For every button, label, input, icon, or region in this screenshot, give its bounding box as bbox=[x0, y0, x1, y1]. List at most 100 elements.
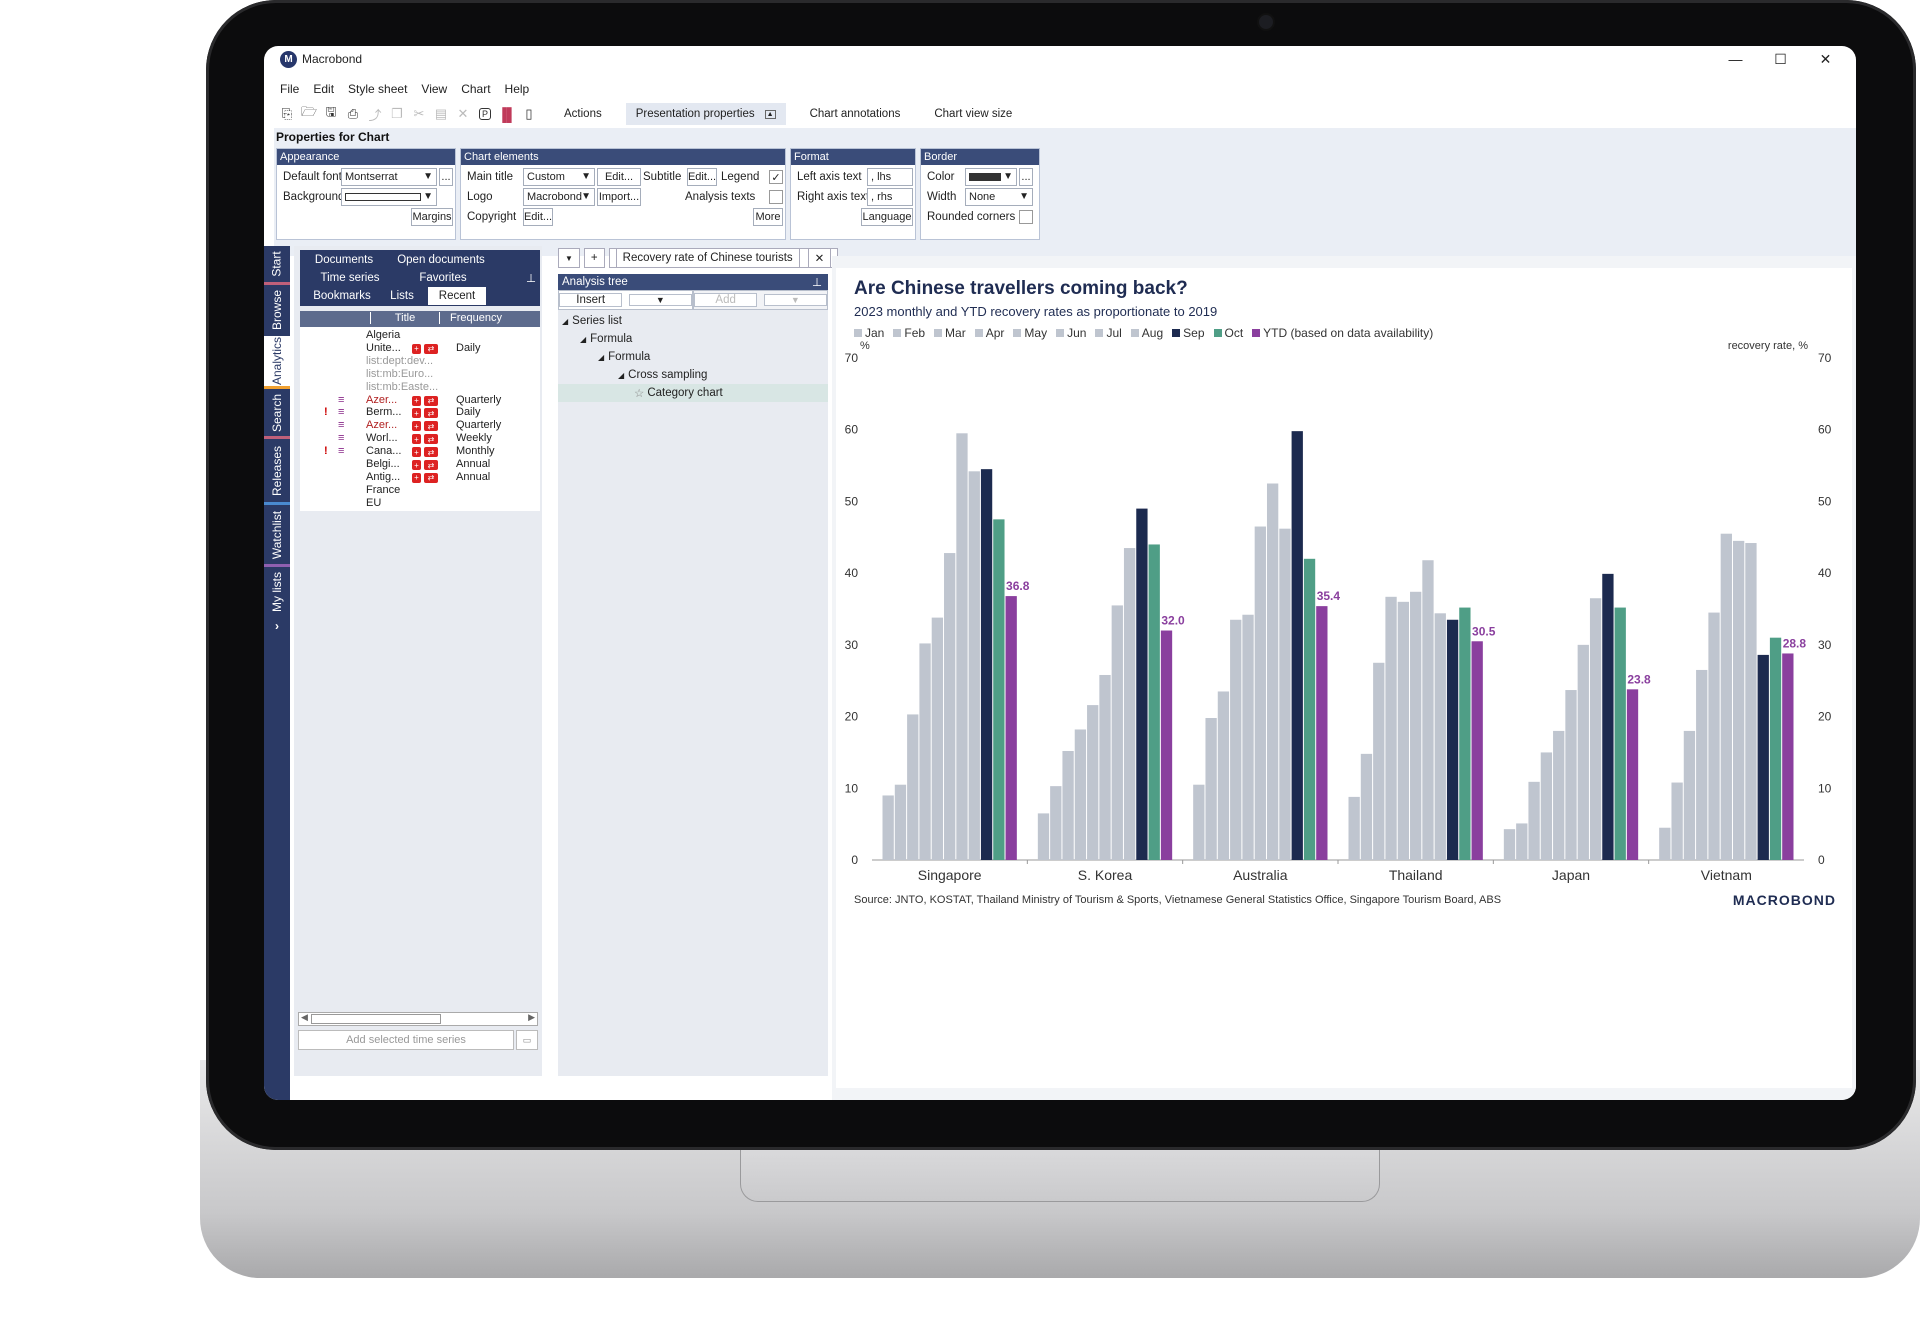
maximize-button[interactable]: ☐ bbox=[1758, 46, 1803, 72]
warning-icon: ! bbox=[324, 445, 328, 458]
close-tab-icon[interactable]: ✕ bbox=[807, 248, 832, 268]
tab-open-documents[interactable]: Open documents bbox=[386, 251, 496, 269]
default-font-select[interactable]: Montserrat ▼ bbox=[341, 168, 437, 186]
document-tab[interactable]: Recovery rate of Chinese tourists ✕ bbox=[608, 248, 839, 268]
tree-node-formula[interactable]: ◢ Formula bbox=[580, 330, 632, 348]
column-title[interactable]: Title bbox=[370, 312, 440, 324]
link-icon[interactable]: ⇄ bbox=[424, 434, 438, 445]
tab-lists[interactable]: Lists bbox=[380, 287, 424, 305]
analysis-texts-checkbox[interactable] bbox=[769, 190, 783, 204]
column-frequency[interactable]: Frequency bbox=[450, 312, 502, 324]
tree-node-category-chart[interactable]: ☆ Category chart bbox=[558, 384, 828, 402]
logo-import-button[interactable]: Import... bbox=[597, 188, 641, 206]
cut-icon[interactable]: ✂ bbox=[408, 104, 430, 124]
menu-view[interactable]: View bbox=[421, 82, 447, 96]
tree-node-cross-sampling[interactable]: ◢ Cross sampling bbox=[618, 366, 707, 384]
menu-style-sheet[interactable]: Style sheet bbox=[348, 82, 407, 96]
nav-search[interactable]: Search bbox=[264, 390, 290, 436]
border-color-more-button[interactable]: ... bbox=[1019, 168, 1033, 186]
add-icon[interactable]: + bbox=[412, 343, 421, 354]
link-icon[interactable]: ⇄ bbox=[424, 395, 438, 406]
share-icon[interactable]: ⤴ bbox=[364, 104, 386, 124]
new-document-icon[interactable]: ⎘ bbox=[276, 104, 298, 124]
link-icon[interactable]: ⇄ bbox=[424, 343, 438, 354]
add-icon[interactable]: + bbox=[412, 447, 421, 458]
copyright-edit-button[interactable]: Edit... bbox=[523, 208, 553, 226]
menu-edit[interactable]: Edit bbox=[313, 82, 334, 96]
document-icon[interactable]: ▯ bbox=[518, 104, 540, 124]
print-icon[interactable]: ⎙ bbox=[342, 104, 364, 124]
nav-divider bbox=[264, 502, 290, 505]
insert-button[interactable]: Insert ▼ bbox=[558, 290, 693, 310]
tab-chart-annotations[interactable]: Chart annotations bbox=[800, 103, 911, 125]
add-icon[interactable]: + bbox=[412, 408, 421, 419]
table-row[interactable]: EU bbox=[300, 497, 540, 512]
add-icon[interactable]: + bbox=[412, 434, 421, 445]
link-icon[interactable]: ⇄ bbox=[424, 447, 438, 458]
add-button[interactable]: Add ▼ bbox=[693, 290, 828, 310]
border-color-select[interactable]: ▼ bbox=[965, 168, 1017, 186]
tab-favorites[interactable]: Favorites bbox=[402, 269, 484, 287]
pin-icon[interactable]: ⊥ bbox=[524, 269, 538, 287]
link-icon[interactable]: ⇄ bbox=[424, 472, 438, 483]
collapse-icon[interactable]: ▲ bbox=[764, 109, 776, 119]
minimize-button[interactable]: — bbox=[1713, 46, 1758, 72]
nav-start[interactable]: Start bbox=[264, 246, 290, 282]
right-axis-text-label: Right axis text bbox=[797, 191, 870, 203]
rounded-corners-checkbox[interactable] bbox=[1019, 210, 1033, 224]
nav-divider bbox=[264, 282, 290, 285]
tab-actions[interactable]: Actions bbox=[554, 103, 612, 125]
add-icon[interactable]: + bbox=[412, 395, 421, 406]
border-width-select[interactable]: None ▼ bbox=[965, 188, 1033, 206]
left-axis-text-input[interactable]: , lhs bbox=[867, 168, 913, 186]
default-font-more-button[interactable]: ... bbox=[439, 168, 453, 186]
tab-documents[interactable]: Documents bbox=[304, 251, 384, 269]
right-axis-text-input[interactable]: , rhs bbox=[867, 188, 913, 206]
subtitle-edit-button[interactable]: Edit... bbox=[687, 168, 717, 186]
legend-checkbox[interactable]: ✓ bbox=[769, 170, 783, 184]
add-selected-time-series-button[interactable]: Add selected time series bbox=[298, 1030, 514, 1050]
add-icon[interactable]: + bbox=[412, 421, 421, 432]
new-tab-icon[interactable]: + bbox=[583, 248, 605, 268]
tab-time-series[interactable]: Time series bbox=[304, 269, 396, 287]
more-button[interactable]: More bbox=[753, 208, 783, 226]
link-icon[interactable]: ⇄ bbox=[424, 460, 438, 470]
open-folder-icon[interactable]: 🗁 bbox=[298, 104, 320, 124]
delete-icon[interactable]: ✕ bbox=[452, 104, 474, 124]
nav-releases[interactable]: Releases bbox=[264, 440, 290, 502]
add-series-options-icon[interactable]: ▭ bbox=[516, 1030, 538, 1050]
tab-bookmarks[interactable]: Bookmarks bbox=[304, 287, 380, 305]
link-icon[interactable]: ⇄ bbox=[424, 421, 438, 432]
menu-file[interactable]: File bbox=[280, 82, 299, 96]
menu-chart[interactable]: Chart bbox=[461, 82, 490, 96]
main-title-edit-button[interactable]: Edit... bbox=[597, 168, 641, 186]
nav-my-lists[interactable]: My lists bbox=[264, 568, 290, 616]
nav-expand-chevron-icon[interactable]: › bbox=[264, 616, 290, 636]
horizontal-scrollbar[interactable]: ◀ ▶ bbox=[298, 1012, 538, 1026]
add-icon[interactable]: + bbox=[412, 472, 421, 483]
copy-icon[interactable]: ❐ bbox=[386, 104, 408, 124]
link-icon[interactable]: ⇄ bbox=[424, 408, 438, 419]
main-title-select[interactable]: Custom ▼ bbox=[523, 168, 595, 186]
paste-icon[interactable]: ▤ bbox=[430, 104, 452, 124]
add-icon[interactable]: + bbox=[412, 460, 421, 470]
language-button[interactable]: Language bbox=[861, 208, 913, 226]
chart-type-icon[interactable]: ▐▌ bbox=[496, 104, 518, 124]
margins-button[interactable]: Margins bbox=[411, 208, 453, 226]
logo-select[interactable]: Macrobond ▼ bbox=[523, 188, 595, 206]
pin-icon[interactable]: ⊥ bbox=[812, 275, 822, 289]
tab-presentation-properties[interactable]: Presentation properties ▲ bbox=[625, 103, 786, 125]
background-color-select[interactable]: ▼ bbox=[341, 188, 437, 206]
nav-analytics[interactable]: Analytics bbox=[264, 336, 290, 386]
nav-watchlist[interactable]: Watchlist bbox=[264, 506, 290, 564]
tab-chart-view-size[interactable]: Chart view size bbox=[924, 103, 1022, 125]
tab-list-dropdown-icon[interactable]: ▼ bbox=[558, 248, 580, 268]
close-button[interactable]: ✕ bbox=[1803, 46, 1848, 72]
save-icon[interactable]: 🖫 bbox=[320, 104, 342, 124]
tab-recent[interactable]: Recent bbox=[428, 287, 486, 305]
tree-node-series-list[interactable]: ◢ Series list bbox=[562, 312, 622, 330]
presentation-icon[interactable]: P bbox=[474, 104, 496, 124]
menu-help[interactable]: Help bbox=[505, 82, 530, 96]
nav-browse[interactable]: Browse bbox=[264, 286, 290, 334]
tree-node-formula[interactable]: ◢ Formula bbox=[598, 348, 650, 366]
